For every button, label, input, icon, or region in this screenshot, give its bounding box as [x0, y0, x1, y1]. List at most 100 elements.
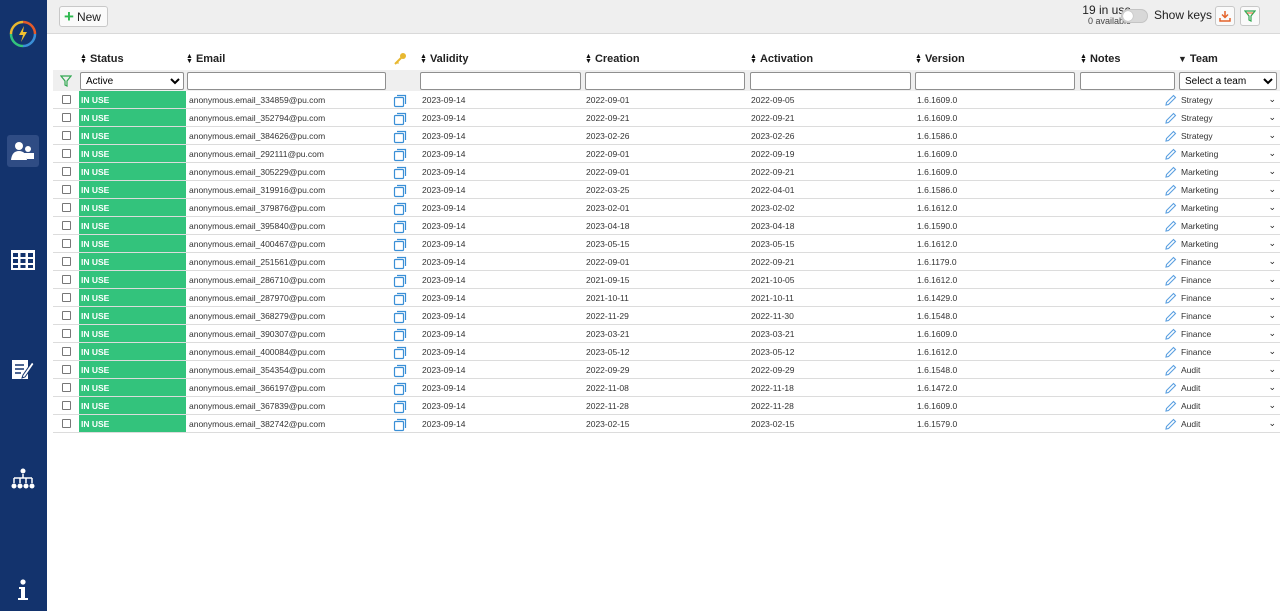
edit-notes-icon[interactable]	[1164, 344, 1177, 361]
edit-notes-icon[interactable]	[1164, 164, 1177, 181]
row-checkbox[interactable]	[62, 347, 71, 356]
row-checkbox[interactable]	[62, 221, 71, 230]
table-row[interactable]: IN USE anonymous.email_334859@pu.com 2023-…	[53, 91, 1280, 109]
copy-icon[interactable]	[393, 344, 407, 361]
copy-icon[interactable]	[393, 308, 407, 325]
table-row[interactable]: IN USE anonymous.email_395840@pu.com 2023-…	[53, 217, 1280, 235]
table-row[interactable]: IN USE anonymous.email_305229@pu.com 2023-…	[53, 163, 1280, 181]
header-email[interactable]: ▲ ▼ Email	[186, 49, 225, 68]
info-icon[interactable]	[7, 574, 39, 606]
copy-icon[interactable]	[393, 380, 407, 397]
copy-icon[interactable]	[393, 290, 407, 307]
edit-notes-icon[interactable]	[1164, 362, 1177, 379]
edit-notes-icon[interactable]	[1164, 110, 1177, 127]
team-select[interactable]: Finance ⌄	[1181, 326, 1278, 341]
table-row[interactable]: IN USE anonymous.email_384626@pu.com 2023-…	[53, 127, 1280, 145]
logo-icon[interactable]	[7, 18, 39, 50]
team-select[interactable]: Marketing ⌄	[1181, 146, 1278, 161]
team-select[interactable]: Audit ⌄	[1181, 398, 1278, 413]
edit-notes-icon[interactable]	[1164, 182, 1177, 199]
team-select[interactable]: Strategy ⌄	[1181, 128, 1278, 143]
copy-icon[interactable]	[393, 326, 407, 343]
row-checkbox[interactable]	[62, 293, 71, 302]
users-icon[interactable]	[7, 135, 39, 167]
team-select[interactable]: Strategy ⌄	[1181, 92, 1278, 107]
team-select[interactable]: Marketing ⌄	[1181, 200, 1278, 215]
key-icon[interactable]	[393, 49, 407, 68]
row-checkbox[interactable]	[62, 167, 71, 176]
copy-icon[interactable]	[393, 110, 407, 127]
team-select[interactable]: Finance ⌄	[1181, 272, 1278, 287]
header-version[interactable]: ▲ ▼ Version	[915, 49, 965, 68]
table-row[interactable]: IN USE anonymous.email_368279@pu.com 2023-…	[53, 307, 1280, 325]
table-row[interactable]: IN USE anonymous.email_319916@pu.com 2023-…	[53, 181, 1280, 199]
edit-notes-icon[interactable]	[1164, 380, 1177, 397]
row-checkbox[interactable]	[62, 203, 71, 212]
edit-notes-icon[interactable]	[1164, 92, 1177, 109]
table-row[interactable]: IN USE anonymous.email_400467@pu.com 2023-…	[53, 235, 1280, 253]
notes-filter-input[interactable]	[1080, 72, 1175, 90]
table-row[interactable]: IN USE anonymous.email_286710@pu.com 2023-…	[53, 271, 1280, 289]
edit-notes-icon[interactable]	[1164, 236, 1177, 253]
row-checkbox[interactable]	[62, 257, 71, 266]
copy-icon[interactable]	[393, 272, 407, 289]
activation-filter-input[interactable]	[750, 72, 911, 90]
hierarchy-icon[interactable]	[7, 463, 39, 495]
copy-icon[interactable]	[393, 200, 407, 217]
edit-notes-icon[interactable]	[1164, 308, 1177, 325]
row-checkbox[interactable]	[62, 239, 71, 248]
copy-icon[interactable]	[393, 416, 407, 433]
team-select[interactable]: Marketing ⌄	[1181, 218, 1278, 233]
header-status[interactable]: ▲ ▼ Status	[80, 49, 124, 68]
row-checkbox[interactable]	[62, 131, 71, 140]
edit-notes-icon[interactable]	[1164, 416, 1177, 433]
table-row[interactable]: IN USE anonymous.email_354354@pu.com 2023-…	[53, 361, 1280, 379]
download-icon[interactable]	[1215, 6, 1235, 26]
table-row[interactable]: IN USE anonymous.email_287970@pu.com 2023-…	[53, 289, 1280, 307]
edit-notes-icon[interactable]	[1164, 200, 1177, 217]
table-row[interactable]: IN USE anonymous.email_367839@pu.com 2023-…	[53, 397, 1280, 415]
validity-filter-input[interactable]	[420, 72, 581, 90]
team-select[interactable]: Audit ⌄	[1181, 362, 1278, 377]
edit-notes-icon[interactable]	[1164, 290, 1177, 307]
team-select[interactable]: Marketing ⌄	[1181, 236, 1278, 251]
row-checkbox[interactable]	[62, 185, 71, 194]
notes-edit-icon[interactable]	[7, 353, 39, 385]
copy-icon[interactable]	[393, 128, 407, 145]
table-row[interactable]: IN USE anonymous.email_400084@pu.com 2023-…	[53, 343, 1280, 361]
team-select[interactable]: Finance ⌄	[1181, 290, 1278, 305]
team-select[interactable]: Finance ⌄	[1181, 344, 1278, 359]
row-checkbox[interactable]	[62, 383, 71, 392]
edit-notes-icon[interactable]	[1164, 218, 1177, 235]
copy-icon[interactable]	[393, 164, 407, 181]
header-creation[interactable]: ▲ ▼ Creation	[585, 49, 640, 68]
version-filter-input[interactable]	[915, 72, 1075, 90]
edit-notes-icon[interactable]	[1164, 254, 1177, 271]
row-checkbox[interactable]	[62, 113, 71, 122]
show-keys-toggle[interactable]	[1121, 9, 1148, 23]
copy-icon[interactable]	[393, 182, 407, 199]
team-select[interactable]: Audit ⌄	[1181, 380, 1278, 395]
row-checkbox[interactable]	[62, 401, 71, 410]
grid-icon[interactable]	[7, 244, 39, 276]
team-select[interactable]: Strategy ⌄	[1181, 110, 1278, 125]
filter-icon[interactable]	[1240, 6, 1260, 26]
team-select[interactable]: Marketing ⌄	[1181, 164, 1278, 179]
status-filter-select[interactable]: Active	[80, 72, 184, 90]
edit-notes-icon[interactable]	[1164, 128, 1177, 145]
team-select[interactable]: Finance ⌄	[1181, 254, 1278, 269]
team-select[interactable]: Finance ⌄	[1181, 308, 1278, 323]
edit-notes-icon[interactable]	[1164, 272, 1177, 289]
row-checkbox[interactable]	[62, 365, 71, 374]
team-select[interactable]: Marketing ⌄	[1181, 182, 1278, 197]
table-row[interactable]: IN USE anonymous.email_352794@pu.com 2023-…	[53, 109, 1280, 127]
copy-icon[interactable]	[393, 92, 407, 109]
team-filter-select[interactable]: Select a team	[1179, 72, 1277, 90]
edit-notes-icon[interactable]	[1164, 326, 1177, 343]
header-notes[interactable]: ▲ ▼ Notes	[1080, 49, 1121, 68]
table-row[interactable]: IN USE anonymous.email_366197@pu.com 2023-…	[53, 379, 1280, 397]
copy-icon[interactable]	[393, 362, 407, 379]
new-button[interactable]: + New	[59, 6, 108, 27]
team-select[interactable]: Audit ⌄	[1181, 416, 1278, 431]
creation-filter-input[interactable]	[585, 72, 745, 90]
